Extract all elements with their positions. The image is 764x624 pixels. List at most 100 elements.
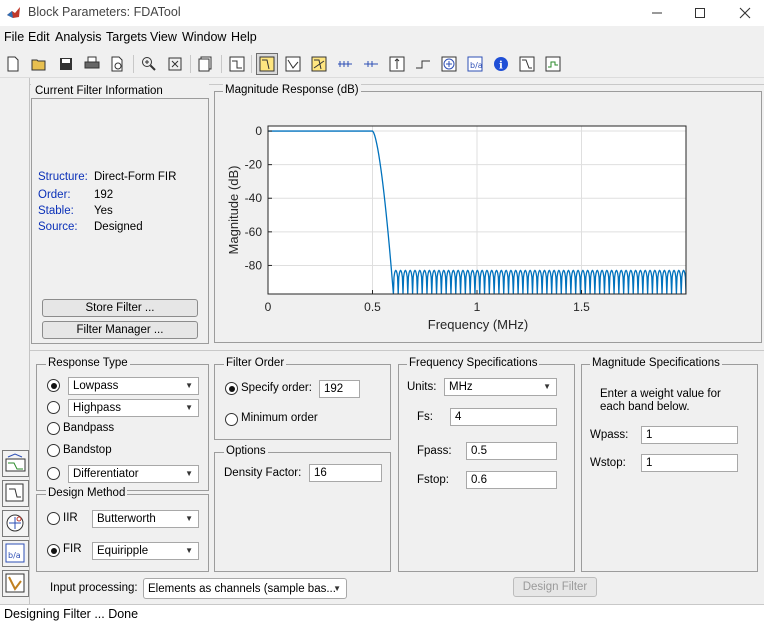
svg-text:i: i (499, 61, 503, 72)
differentiator-radio[interactable] (47, 467, 60, 480)
iir-label[interactable]: IIR (63, 512, 78, 524)
menu-analysis[interactable]: Analysis (55, 30, 102, 44)
chevron-down-icon: ▼ (185, 514, 193, 523)
y-tick-label: 0 (255, 124, 262, 138)
chevron-down-icon: ▼ (185, 381, 193, 390)
specify-order-radio[interactable] (225, 382, 238, 395)
minimize-button[interactable] (634, 0, 680, 26)
options-legend: Options (224, 445, 268, 457)
chevron-down-icon: ▼ (185, 546, 193, 555)
wpass-label: Wpass: (590, 429, 629, 441)
differentiator-dropdown[interactable]: Differentiator ▼ (68, 465, 199, 483)
bandpass-radio[interactable] (47, 422, 60, 435)
menu-window[interactable]: Window (182, 30, 226, 44)
x-tick-label: 0.5 (364, 300, 381, 314)
sidebar-pole-zero-button[interactable] (2, 510, 29, 537)
input-processing-dropdown[interactable]: Elements as channels (sample bas... ▼ (143, 578, 347, 599)
response-type-legend: Response Type (46, 357, 130, 369)
density-factor-input[interactable]: 16 (309, 464, 382, 482)
magnitude-response-icon[interactable] (256, 53, 278, 75)
filter-info-icon[interactable]: i (490, 53, 512, 75)
group-delay-icon[interactable] (334, 53, 356, 75)
wstop-label: Wstop: (590, 457, 626, 469)
menu-file[interactable]: File (4, 30, 24, 44)
stable-value: Yes (94, 205, 113, 217)
menu-targets[interactable]: Targets (106, 30, 147, 44)
open-icon[interactable] (28, 53, 50, 75)
sidebar-transform-button[interactable] (2, 480, 29, 507)
units-label: Units: (407, 381, 437, 393)
phase-delay-icon[interactable] (360, 53, 382, 75)
zoom-in-icon[interactable] (138, 53, 160, 75)
close-icon (739, 7, 751, 19)
fstop-label: Fstop: (417, 474, 449, 486)
filter-specs-icon[interactable] (226, 53, 248, 75)
fir-label[interactable]: FIR (63, 543, 82, 555)
lowpass-radio[interactable] (47, 379, 60, 392)
new-figure-icon[interactable] (195, 53, 217, 75)
maximize-button[interactable] (677, 0, 723, 26)
svg-text:b/a: b/a (8, 551, 21, 560)
lowpass-dropdown[interactable]: Lowpass ▼ (68, 377, 199, 395)
zoom-full-icon[interactable] (164, 53, 186, 75)
fir-method-dropdown[interactable]: Equiripple ▼ (92, 542, 199, 560)
bandpass-label[interactable]: Bandpass (63, 422, 114, 434)
phase-response-icon[interactable] (282, 53, 304, 75)
iir-method-dropdown[interactable]: Butterworth ▼ (92, 510, 199, 528)
filter-order-panel (214, 364, 391, 440)
step-response-icon[interactable] (412, 53, 434, 75)
fs-input[interactable]: 4 (450, 408, 557, 426)
filter-manager-button[interactable]: Filter Manager ... (42, 321, 198, 339)
highpass-dropdown[interactable]: Highpass ▼ (68, 399, 199, 417)
sidebar-import-button[interactable]: b/a (2, 540, 29, 567)
highpass-radio[interactable] (47, 401, 60, 414)
window-title: Block Parameters: FDATool (28, 5, 181, 19)
chevron-down-icon: ▼ (333, 584, 341, 593)
wstop-input[interactable]: 1 (641, 454, 738, 472)
input-processing-label: Input processing: (50, 582, 138, 594)
fs-label: Fs: (417, 411, 433, 423)
print-preview-icon[interactable] (106, 53, 128, 75)
x-tick-label: 0 (265, 300, 272, 314)
magnitude-estimate-icon[interactable] (516, 53, 538, 75)
wpass-input[interactable]: 1 (641, 426, 738, 444)
toolbar: b/a i (0, 50, 764, 78)
y-tick-label: -20 (245, 158, 263, 172)
noise-psd-icon[interactable] (542, 53, 564, 75)
print-icon[interactable] (81, 53, 103, 75)
menu-view[interactable]: View (150, 30, 177, 44)
store-filter-button[interactable]: Store Filter ... (42, 299, 198, 317)
fstop-input[interactable]: 0.6 (466, 471, 557, 489)
fir-radio[interactable] (47, 544, 60, 557)
y-axis-label: Magnitude (dB) (226, 166, 241, 255)
x-tick-label: 1 (474, 300, 481, 314)
minimum-order-radio[interactable] (225, 413, 238, 426)
maximize-icon (695, 8, 705, 18)
minimum-order-label[interactable]: Minimum order (241, 412, 318, 424)
close-button[interactable] (722, 0, 764, 26)
menu-edit[interactable]: Edit (28, 30, 50, 44)
pole-zero-icon[interactable] (438, 53, 460, 75)
new-icon[interactable] (2, 53, 24, 75)
structure-value: Direct-Form FIR (94, 171, 177, 183)
save-icon[interactable] (55, 53, 77, 75)
sidebar-design-filter-button[interactable] (2, 450, 29, 477)
bandstop-radio[interactable] (47, 444, 60, 457)
sidebar-realize-model-button[interactable] (2, 570, 29, 597)
chevron-down-icon: ▼ (185, 469, 193, 478)
bandstop-label[interactable]: Bandstop (63, 444, 112, 456)
design-filter-button[interactable]: Design Filter (513, 577, 597, 597)
menu-help[interactable]: Help (231, 30, 257, 44)
fpass-input[interactable]: 0.5 (466, 442, 557, 460)
iir-radio[interactable] (47, 512, 60, 525)
impulse-response-icon[interactable] (386, 53, 408, 75)
magnitude-phase-icon[interactable] (308, 53, 330, 75)
weight-note: Enter a weight value for each band below… (600, 388, 721, 413)
order-input[interactable]: 192 (319, 380, 360, 398)
magnitude-specs-legend: Magnitude Specifications (590, 357, 722, 369)
magnitude-response-chart: 0 -20 -40 -60 -80 0 0.5 1 1.5 Frequency (MHz) M… (226, 124, 687, 332)
units-dropdown[interactable]: MHz ▼ (444, 378, 557, 396)
y-tick-label: -40 (245, 191, 263, 205)
specify-order-label[interactable]: Specify order: (241, 382, 312, 394)
filter-coefficients-icon[interactable]: b/a (464, 53, 486, 75)
